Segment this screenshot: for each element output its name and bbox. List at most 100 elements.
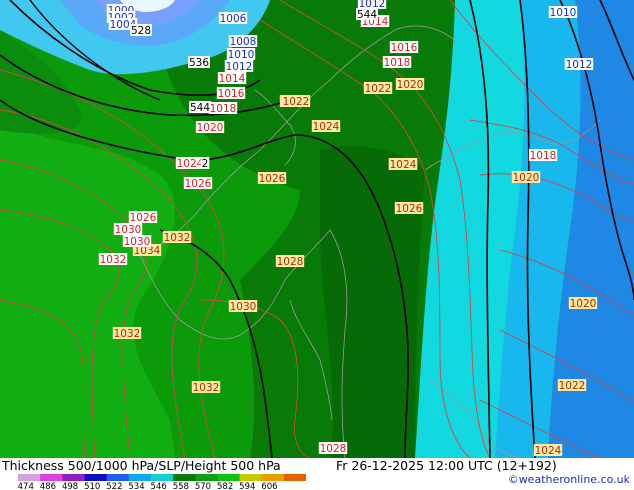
legend-swatch — [62, 474, 85, 481]
slp-label: 1032 — [162, 231, 192, 244]
slp-label-text: 1026 — [396, 203, 423, 215]
legend-swatch — [128, 474, 152, 481]
slp-label-text: 1020 — [513, 172, 540, 184]
slp-label-text: 1008 — [230, 36, 257, 48]
slp-label: 1022 — [281, 95, 311, 108]
slp-label: 1026 — [394, 202, 424, 215]
slp-label-text: 1012 — [226, 61, 253, 73]
legend-swatch — [173, 474, 196, 481]
slp-label: 1018 — [528, 149, 558, 162]
slp-label: 1020 — [195, 121, 225, 134]
legend-swatch — [40, 474, 63, 481]
slp-label-text: 1030 — [230, 301, 257, 313]
height-label: 2 — [202, 158, 209, 170]
slp-label: 1024 — [533, 444, 563, 457]
legend-swatch — [239, 474, 263, 481]
slp-label: 1032 — [98, 253, 128, 266]
legend-tick-label: 546 — [151, 482, 167, 490]
legend-swatch — [150, 474, 174, 481]
legend-swatch — [195, 474, 218, 481]
legend-swatch — [261, 474, 285, 481]
slp-label: 1018 — [208, 102, 238, 115]
legend-tick-label: 582 — [217, 482, 233, 490]
slp-label: 1014 — [217, 72, 247, 85]
legend-tick-label: 498 — [62, 482, 78, 490]
slp-label-text: 1016 — [218, 88, 245, 100]
legend-tick-label: 570 — [195, 482, 211, 490]
height-label: 536 — [189, 57, 209, 69]
slp-label: 1032 — [112, 327, 142, 340]
legend-tick-label: 474 — [18, 482, 34, 490]
slp-label-text: 1018 — [530, 150, 557, 162]
slp-label: 1024 — [311, 120, 341, 133]
slp-label: 1012 — [564, 58, 594, 71]
slp-label-text: 1028 — [277, 256, 304, 268]
slp-label: 1020 — [568, 297, 598, 310]
map-title: Thickness 500/1000 hPa/SLP/Height 500 hP… — [2, 458, 281, 473]
slp-label-text: 1024 — [390, 159, 417, 171]
slp-label-text: 1010 — [228, 49, 255, 61]
slp-label: 1028 — [275, 255, 305, 268]
weather-map: 1000100210041006100810101012101210101012… — [0, 0, 634, 458]
slp-label-text: 1020 — [397, 79, 424, 91]
legend-swatch — [106, 474, 130, 481]
height-label: 528 — [131, 25, 151, 37]
legend-tick-label: 510 — [84, 482, 100, 490]
slp-label-text: 1022 — [283, 96, 310, 108]
run-info: Fr 26-12-2025 12:00 UTC (12+192) — [336, 458, 557, 473]
slp-label-text: 1032 — [114, 328, 141, 340]
slp-label-text: 1022 — [559, 380, 586, 392]
slp-label-text: 1026 — [259, 173, 286, 185]
slp-label-text: 1018 — [384, 57, 411, 69]
slp-label: 1020 — [395, 78, 425, 91]
legend-tick-label: 534 — [128, 482, 144, 490]
slp-label: 1016 — [216, 87, 246, 100]
slp-label: 1006 — [218, 12, 248, 25]
slp-label-text: 1016 — [391, 42, 418, 54]
slp-label: 1026 — [128, 211, 158, 224]
slp-label: 1026 — [183, 177, 213, 190]
slp-label: 1018 — [382, 56, 412, 69]
slp-label: 1010 — [226, 48, 256, 61]
legend-swatch — [283, 474, 306, 481]
slp-label: 1030 — [122, 235, 152, 248]
slp-label: 1010 — [548, 6, 578, 19]
height-label: 544 — [357, 9, 377, 21]
legend-tick-label: 594 — [239, 482, 255, 490]
legend-tick-label: 558 — [173, 482, 189, 490]
slp-label-text: 1024 — [177, 158, 204, 170]
slp-label-text: 1032 — [100, 254, 127, 266]
slp-label-text: 1020 — [197, 122, 224, 134]
color-legend: 474 486 498 510 522 534 546 558 570 582 594 606 — [18, 474, 306, 490]
slp-label-text: 1028 — [320, 443, 347, 455]
slp-label: 1030 — [113, 223, 143, 236]
slp-label-text: 1012 — [566, 59, 593, 71]
footer: Thickness 500/1000 hPa/SLP/Height 500 hP… — [0, 458, 634, 490]
slp-label: 1022 — [363, 82, 393, 95]
slp-label: 1022 — [557, 379, 587, 392]
slp-label: 1020 — [511, 171, 541, 184]
slp-label-text: 1006 — [220, 13, 247, 25]
slp-label-text: 1024 — [313, 121, 340, 133]
legend-swatch — [18, 474, 41, 481]
slp-label-text: 1010 — [550, 7, 577, 19]
height-label: 544 — [190, 102, 210, 114]
slp-label-text: 1024 — [535, 445, 562, 457]
slp-label: 1028 — [318, 442, 348, 455]
credit-link[interactable]: ©weatheronline.co.uk — [508, 473, 630, 486]
slp-label: 1026 — [257, 172, 287, 185]
legend-tick-label: 486 — [40, 482, 56, 490]
slp-label: 1008 — [228, 35, 258, 48]
slp-label-text: 1032 — [164, 232, 191, 244]
slp-label: 1032 — [191, 381, 221, 394]
legend-tick-label: 606 — [261, 482, 277, 490]
slp-label: 1024 — [175, 157, 205, 170]
slp-label-text: 1020 — [570, 298, 597, 310]
slp-label-text: 1018 — [210, 103, 237, 115]
slp-label-text: 1026 — [185, 178, 212, 190]
slp-label: 1012 — [224, 60, 254, 73]
slp-label-text: 1014 — [219, 73, 246, 85]
slp-label: 1030 — [228, 300, 258, 313]
slp-label-text: 1026 — [130, 212, 157, 224]
legend-tick-label: 522 — [106, 482, 122, 490]
